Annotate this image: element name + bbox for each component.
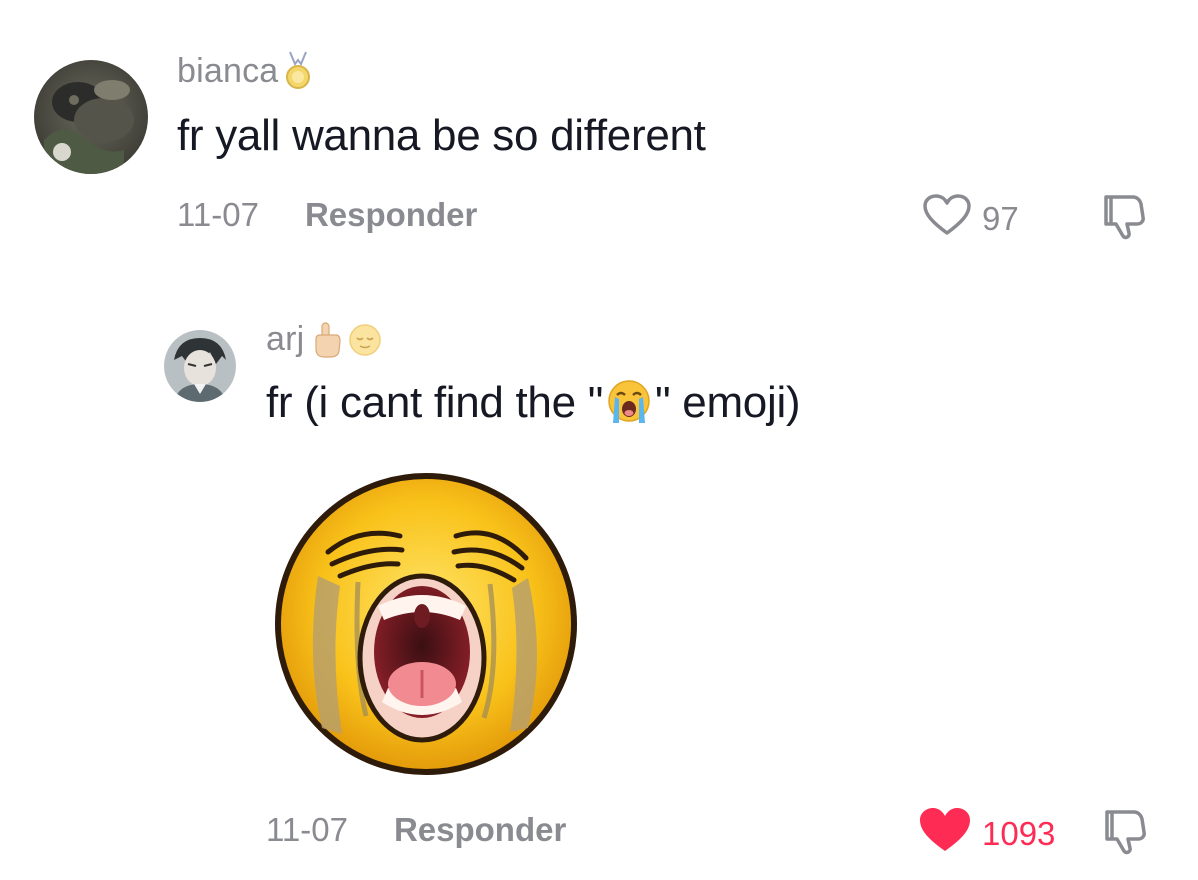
comment-text-before: fr (i cant find the " — [266, 378, 604, 427]
thumbs-down-icon — [1104, 810, 1152, 860]
loudly-crying-face-icon — [605, 379, 653, 436]
reply-button[interactable]: Responder — [394, 811, 566, 849]
username[interactable]: bianca — [177, 50, 312, 92]
like-button[interactable]: 1093 — [918, 806, 1055, 862]
heart-filled-icon — [918, 806, 972, 862]
comment-text: fr yall wanna be so different — [177, 111, 706, 160]
medal-icon — [284, 50, 312, 92]
dislike-button[interactable] — [1104, 806, 1152, 861]
comment-text: fr (i cant find the " " emoji) — [266, 378, 801, 436]
username-text: bianca — [177, 51, 279, 90]
like-button[interactable]: 97 — [922, 193, 1019, 245]
avatar[interactable] — [164, 330, 236, 402]
dislike-button[interactable] — [1103, 191, 1151, 246]
comment-date: 11-07 — [266, 811, 348, 848]
thumbs-down-icon — [1103, 195, 1151, 245]
comment-meta: 11-07 Responder — [177, 196, 477, 234]
avatar[interactable] — [34, 60, 148, 174]
username-text: arj — [266, 320, 305, 358]
like-count: 1093 — [982, 815, 1056, 852]
comment-date: 11-07 — [177, 196, 259, 233]
comment-text-after: " emoji) — [655, 378, 801, 427]
username[interactable]: arj — [266, 320, 382, 359]
crying-face-sticker[interactable] — [270, 466, 582, 778]
comment-meta: 11-07 Responder — [266, 811, 566, 849]
reply-button[interactable]: Responder — [305, 196, 477, 234]
relieved-face-icon — [348, 323, 382, 357]
like-count: 97 — [982, 200, 1019, 237]
pointing-up-hand-icon — [310, 321, 342, 359]
heart-icon — [922, 193, 972, 245]
